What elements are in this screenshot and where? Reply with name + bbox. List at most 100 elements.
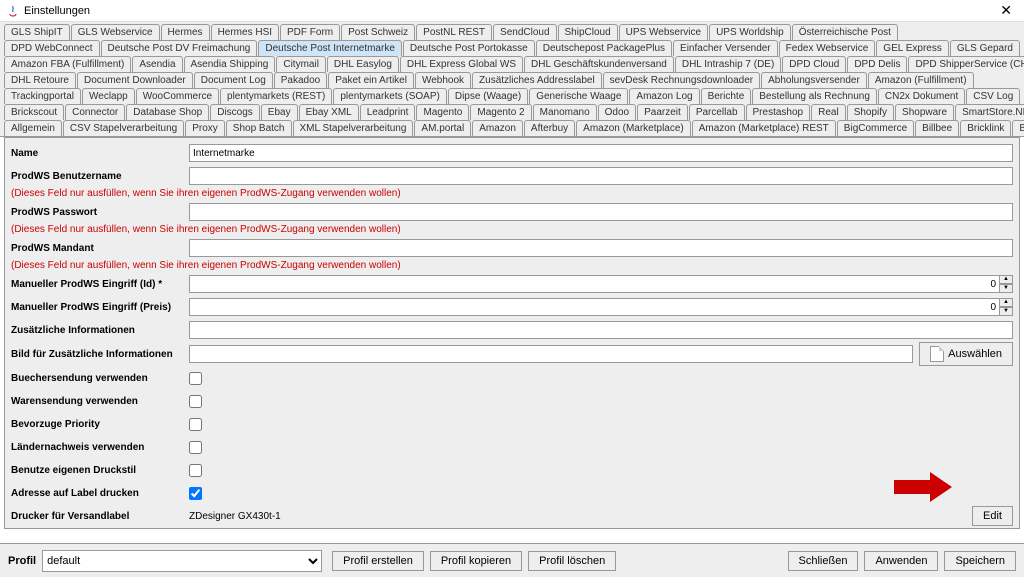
tab[interactable]: Berichte <box>701 88 752 104</box>
tab[interactable]: DPD Cloud <box>782 56 846 72</box>
tab[interactable]: Einfacher Versender <box>673 40 778 56</box>
tab[interactable]: CN2x Dokument <box>878 88 965 104</box>
tab[interactable]: Connector <box>65 104 125 120</box>
tab[interactable]: Database Shop <box>126 104 209 120</box>
tab[interactable]: Dipse (Waage) <box>448 88 528 104</box>
tab[interactable]: DHL Express Global WS <box>400 56 523 72</box>
tab[interactable]: plentymarkets (SOAP) <box>333 88 446 104</box>
tab[interactable]: Shop Batch <box>226 120 292 136</box>
tab[interactable]: Hermes <box>161 24 210 40</box>
choose-file-button[interactable]: Auswählen <box>919 342 1013 366</box>
cb-laender[interactable] <box>189 441 202 454</box>
tab[interactable]: Zusätzliches Addresslabel <box>472 72 602 88</box>
tab[interactable]: UPS Webservice <box>619 24 708 40</box>
tab[interactable]: Deutsche Post Internetmarke <box>258 40 402 56</box>
cb-prio[interactable] <box>189 418 202 431</box>
tab[interactable]: Paket ein Artikel <box>328 72 414 88</box>
man-price-input[interactable] <box>189 298 1000 316</box>
tab[interactable]: CSV Stapelverarbeitung <box>63 120 184 136</box>
tab[interactable]: Bricklink <box>960 120 1011 136</box>
tab[interactable]: UPS Worldship <box>709 24 791 40</box>
tab[interactable]: Bestellung als Rechnung <box>752 88 877 104</box>
tab[interactable]: Ebay XML <box>299 104 359 120</box>
tab[interactable]: plentymarkets (REST) <box>220 88 332 104</box>
cb-buecher[interactable] <box>189 372 202 385</box>
tab[interactable]: PDF Form <box>280 24 340 40</box>
tab[interactable]: BigCommerce <box>837 120 914 136</box>
tab[interactable]: Deutsche Post DV Freimachung <box>101 40 258 56</box>
save-button[interactable]: Speichern <box>944 551 1016 571</box>
tab[interactable]: Amazon <box>472 120 523 136</box>
tab[interactable]: Hermes HSI <box>211 24 279 40</box>
prodws-user-input[interactable] <box>189 167 1013 185</box>
tab[interactable]: Abholungsversender <box>761 72 867 88</box>
tab[interactable]: DHL Intraship 7 (DE) <box>675 56 781 72</box>
tab[interactable]: DPD WebConnect <box>4 40 100 56</box>
tab[interactable]: ShipCloud <box>558 24 618 40</box>
cb-adresse[interactable] <box>189 487 202 500</box>
tab[interactable]: Proxy <box>185 120 225 136</box>
tab[interactable]: Amazon (Fulfillment) <box>868 72 974 88</box>
tab[interactable]: Discogs <box>210 104 260 120</box>
tab[interactable]: Parcellab <box>689 104 745 120</box>
profile-copy-button[interactable]: Profil kopieren <box>430 551 522 571</box>
tab[interactable]: DPD ShipperService (CH) <box>908 56 1024 72</box>
tab[interactable]: Pakadoo <box>274 72 327 88</box>
tab[interactable]: Billbee <box>915 120 959 136</box>
tab[interactable]: Magento <box>416 104 469 120</box>
tab[interactable]: Magento 2 <box>470 104 531 120</box>
tab[interactable]: Asendia <box>132 56 182 72</box>
tab[interactable]: Deutsche Post Portokasse <box>403 40 535 56</box>
tab[interactable]: DHL Geschäftskundenversand <box>524 56 674 72</box>
man-id-spinner[interactable]: ▲▼ <box>999 275 1013 293</box>
tab[interactable]: DHL Retoure <box>4 72 76 88</box>
cb-waren[interactable] <box>189 395 202 408</box>
tab[interactable]: Paarzeit <box>637 104 688 120</box>
tab[interactable]: Amazon Log <box>629 88 699 104</box>
tab[interactable]: Allgemein <box>4 120 62 136</box>
tab[interactable]: CSV Log <box>966 88 1020 104</box>
tab[interactable]: XML Stapelverarbeitung <box>293 120 414 136</box>
tab[interactable]: Afterbuy <box>524 120 575 136</box>
tab[interactable]: GLS Webservice <box>71 24 160 40</box>
tab[interactable]: Österreichische Post <box>792 24 898 40</box>
tab[interactable]: Shopify <box>847 104 894 120</box>
profile-create-button[interactable]: Profil erstellen <box>332 551 424 571</box>
tab[interactable]: Post Schweiz <box>341 24 415 40</box>
tab[interactable]: Amazon (Marketplace) <box>576 120 691 136</box>
tab[interactable]: sevDesk Rechnungsdownloader <box>603 72 760 88</box>
bild-input[interactable] <box>189 345 913 363</box>
profile-select[interactable]: default <box>42 550 322 572</box>
tab[interactable]: PostNL REST <box>416 24 492 40</box>
tab[interactable]: Ebay <box>261 104 298 120</box>
tab[interactable]: SendCloud <box>493 24 556 40</box>
tab[interactable]: Generische Waage <box>529 88 628 104</box>
tab[interactable]: Brickowl <box>1012 120 1024 136</box>
man-price-spinner[interactable]: ▲▼ <box>999 298 1013 316</box>
tab[interactable]: Document Log <box>194 72 273 88</box>
tab[interactable]: Leadprint <box>360 104 416 120</box>
tab[interactable]: Brickscout <box>4 104 64 120</box>
man-id-input[interactable] <box>189 275 1000 293</box>
tab[interactable]: Prestashop <box>746 104 811 120</box>
tab[interactable]: Weclapp <box>82 88 135 104</box>
tab[interactable]: Real <box>811 104 846 120</box>
tab[interactable]: Document Downloader <box>77 72 193 88</box>
tab[interactable]: DHL Easylog <box>327 56 399 72</box>
tab[interactable]: Amazon FBA (Fulfillment) <box>4 56 131 72</box>
tab[interactable]: Amazon (Marketplace) REST <box>692 120 836 136</box>
close-icon[interactable]: ✕ <box>994 2 1018 19</box>
zus-info-input[interactable] <box>189 321 1013 339</box>
tab[interactable]: Trackingportal <box>4 88 81 104</box>
tab[interactable]: Asendia Shipping <box>184 56 276 72</box>
tab[interactable]: SmartStore.NET <box>955 104 1024 120</box>
tab[interactable]: Deutschepost PackagePlus <box>536 40 672 56</box>
tab[interactable]: Citymail <box>276 56 326 72</box>
tab[interactable]: GEL Express <box>876 40 949 56</box>
tab[interactable]: Fedex Webservice <box>779 40 876 56</box>
tab[interactable]: AM.portal <box>414 120 471 136</box>
cb-druck[interactable] <box>189 464 202 477</box>
tab[interactable]: Webhook <box>415 72 471 88</box>
tab[interactable]: GLS Gepard <box>950 40 1020 56</box>
prodws-mandant-input[interactable] <box>189 239 1013 257</box>
